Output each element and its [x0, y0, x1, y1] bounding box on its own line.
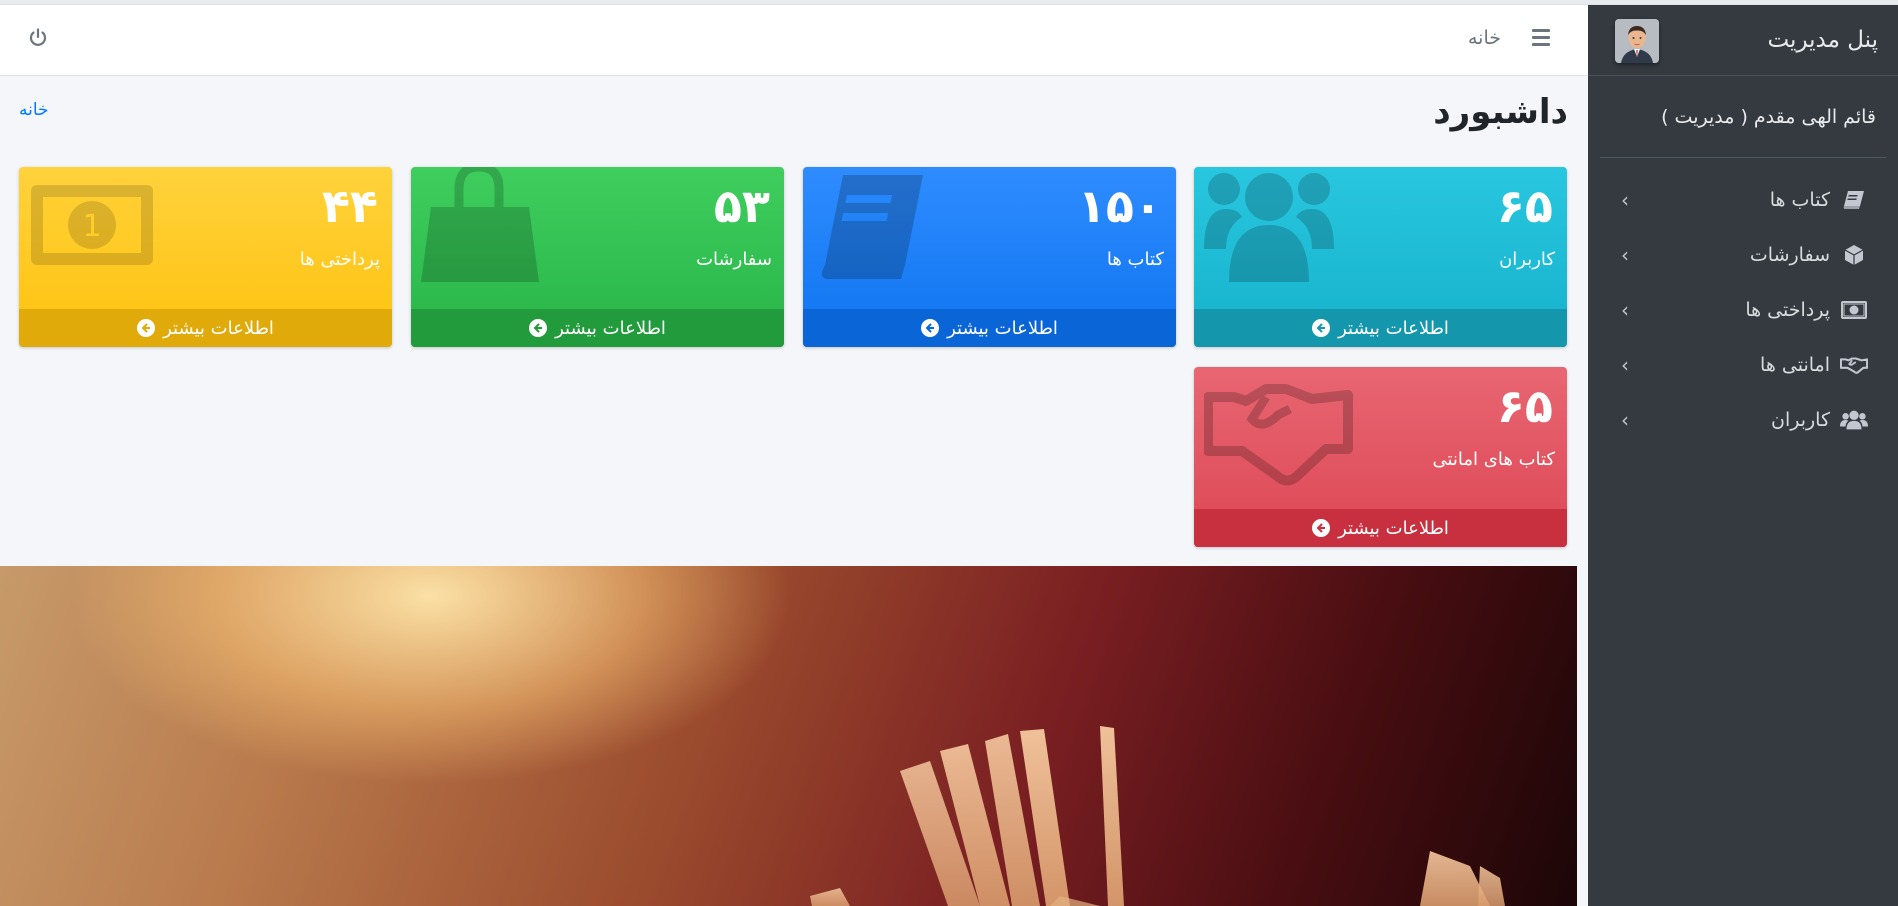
breadcrumb-home[interactable]: خانه [19, 100, 49, 120]
more-info-label: اطلاعات بیشتر [947, 317, 1058, 339]
more-info-link[interactable]: اطلاعات بیشتر [803, 309, 1176, 347]
more-info-label: اطلاعات بیشتر [163, 317, 274, 339]
more-info-label: اطلاعات بیشتر [1338, 317, 1449, 339]
sidebar-item-label: کتاب ها [1769, 188, 1830, 211]
stat-label: کاربران [1499, 249, 1555, 270]
sidebar-item-label: سفارشات [1749, 243, 1830, 266]
money-bill-icon: 1 [29, 167, 169, 287]
cube-icon [1840, 243, 1868, 267]
chevron-left-icon: ‹ [1621, 187, 1629, 212]
chevron-left-icon: ‹ [1621, 352, 1629, 377]
power-icon[interactable] [27, 27, 49, 49]
users-icon [1204, 167, 1344, 287]
nav-home-link[interactable]: خانه [1468, 27, 1501, 49]
more-info-link[interactable]: اطلاعات بیشتر [1194, 509, 1567, 547]
stat-card-books: ۱۵۰ کتاب ها اطلاعات بیشتر [803, 167, 1176, 347]
stat-card-users: ۶۵ کاربران اطلاعات بیشتر [1194, 167, 1567, 347]
user-panel[interactable]: قائم الهی مقدم ( مدیریت ) [1600, 76, 1886, 158]
stat-label: پرداختی ها [299, 249, 380, 270]
chevron-left-icon: ‹ [1621, 297, 1629, 322]
money-bill-icon [1840, 298, 1868, 322]
user-name: قائم الهی مقدم ( مدیریت ) [1661, 105, 1876, 128]
arrow-circle-left-icon [529, 319, 548, 337]
shopping-bag-icon [421, 167, 561, 287]
stat-card-payments: 1 ۴۴ پرداختی ها اطلاعات بیشتر [19, 167, 392, 347]
sidebar-item-payments[interactable]: ‹ پرداختی ها [1588, 282, 1898, 337]
stat-value: ۱۵۰ [1077, 179, 1162, 233]
book-icon [813, 167, 953, 287]
sidebar-item-users[interactable]: ‹ کاربران [1588, 392, 1898, 447]
svg-text:1: 1 [82, 209, 101, 244]
hamburger-icon[interactable] [1532, 29, 1550, 47]
sidebar-item-loans[interactable]: ‹ امانتی ها [1588, 337, 1898, 392]
page-title: داشبورد [1433, 92, 1568, 132]
sidebar-item-label: امانتی ها [1760, 353, 1830, 376]
stat-label: کتاب های امانتی [1432, 449, 1555, 470]
sidebar-item-label: پرداختی ها [1745, 298, 1830, 321]
more-info-link[interactable]: اطلاعات بیشتر [1194, 309, 1567, 347]
stat-label: سفارشات [696, 249, 772, 270]
hero-book-image [0, 566, 1577, 906]
arrow-circle-left-icon [1312, 519, 1331, 537]
stat-value: ۴۴ [321, 179, 378, 233]
users-icon [1840, 408, 1868, 432]
more-info-label: اطلاعات بیشتر [1338, 517, 1449, 539]
sidebar-item-books[interactable]: ‹ کتاب ها [1588, 172, 1898, 227]
stat-value: ۶۵ [1496, 179, 1553, 233]
chevron-left-icon: ‹ [1621, 242, 1629, 267]
arrow-circle-left-icon [137, 319, 156, 337]
arrow-circle-left-icon [1312, 319, 1331, 337]
stat-card-loans: ۶۵ کتاب های امانتی اطلاعات بیشتر [1194, 367, 1567, 547]
more-info-link[interactable]: اطلاعات بیشتر [411, 309, 784, 347]
handshake-icon [1203, 367, 1353, 487]
sidebar-nav: ‹ کتاب ها ‹ سفارشات ‹ پرداختی ها ‹ امانت… [1588, 172, 1898, 447]
stat-label: کتاب ها [1106, 249, 1164, 270]
more-info-label: اطلاعات بیشتر [555, 317, 666, 339]
brand[interactable]: پنل مدیریت [1588, 5, 1898, 76]
brand-avatar [1615, 19, 1659, 63]
stat-value: ۶۵ [1496, 379, 1553, 433]
chevron-left-icon: ‹ [1621, 407, 1629, 432]
sidebar: پنل مدیریت قائم الهی مقدم ( مدیریت ) ‹ ک… [1588, 5, 1898, 906]
book-icon [1840, 188, 1868, 212]
brand-title: پنل مدیریت [1767, 27, 1878, 53]
sidebar-item-orders[interactable]: ‹ سفارشات [1588, 227, 1898, 282]
stat-card-orders: ۵۳ سفارشات اطلاعات بیشتر [411, 167, 784, 347]
more-info-link[interactable]: اطلاعات بیشتر [19, 309, 392, 347]
stat-value: ۵۳ [713, 179, 770, 233]
arrow-circle-left-icon [921, 319, 940, 337]
sidebar-item-label: کاربران [1770, 408, 1830, 431]
top-navbar: خانه [0, 5, 1588, 76]
handshake-icon [1840, 353, 1868, 377]
